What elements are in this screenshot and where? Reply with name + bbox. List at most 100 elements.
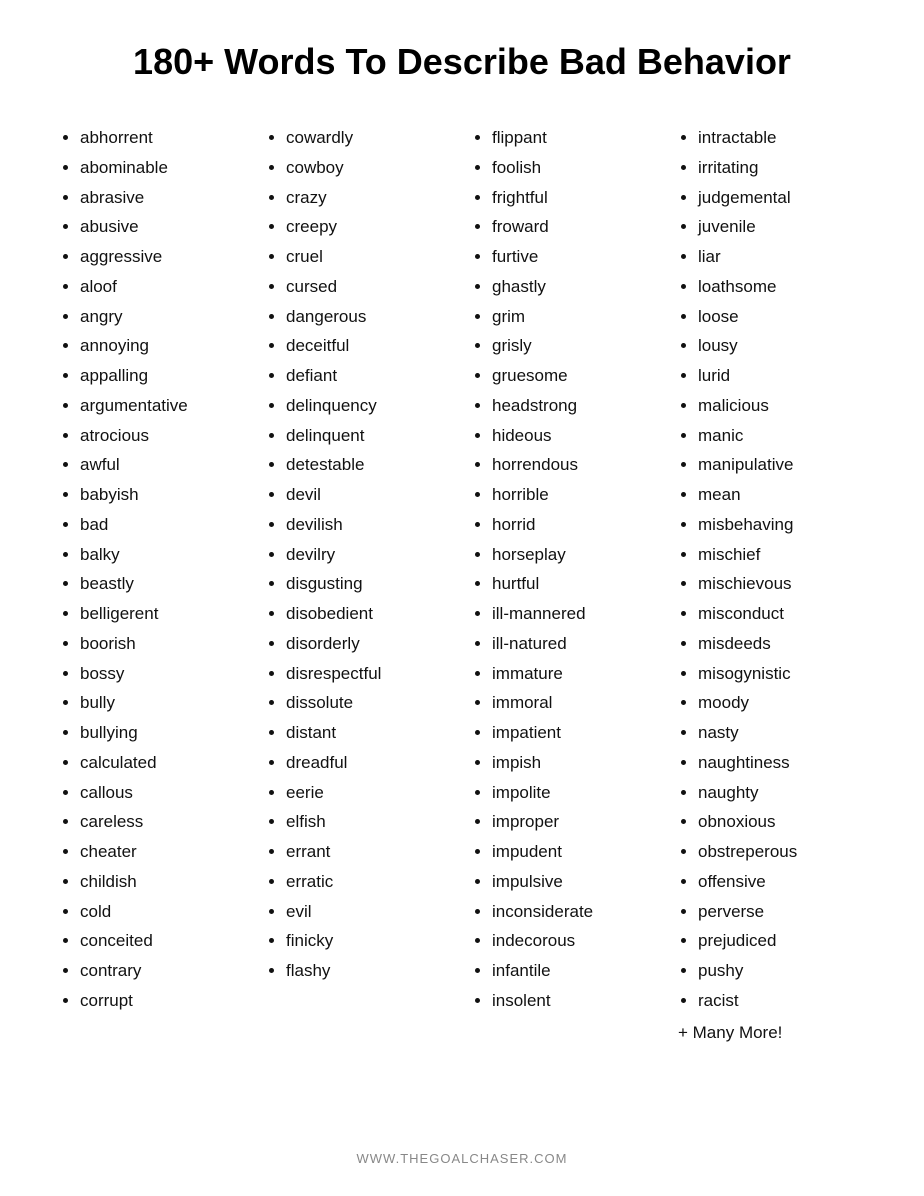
list-item: obstreperous bbox=[698, 837, 864, 867]
list-item: eerie bbox=[286, 778, 452, 808]
list-item: argumentative bbox=[80, 391, 246, 421]
list-item: bully bbox=[80, 688, 246, 718]
list-item: devilish bbox=[286, 510, 452, 540]
list-item: bad bbox=[80, 510, 246, 540]
list-item: impulsive bbox=[492, 867, 658, 897]
list-item: abhorrent bbox=[80, 123, 246, 153]
list-item: evil bbox=[286, 897, 452, 927]
list-item: ill-mannered bbox=[492, 599, 658, 629]
list-item: aloof bbox=[80, 272, 246, 302]
list-item: abrasive bbox=[80, 183, 246, 213]
list-item: finicky bbox=[286, 926, 452, 956]
list-item: delinquency bbox=[286, 391, 452, 421]
column-3: flippantfoolishfrightfulfrowardfurtivegh… bbox=[462, 123, 668, 1121]
list-item: headstrong bbox=[492, 391, 658, 421]
list-item: aggressive bbox=[80, 242, 246, 272]
list-item: careless bbox=[80, 807, 246, 837]
list-item: defiant bbox=[286, 361, 452, 391]
list-item: hurtful bbox=[492, 569, 658, 599]
list-item: annoying bbox=[80, 331, 246, 361]
list-item: disgusting bbox=[286, 569, 452, 599]
list-item: bullying bbox=[80, 718, 246, 748]
list-item: calculated bbox=[80, 748, 246, 778]
list-item: corrupt bbox=[80, 986, 246, 1016]
list-item: perverse bbox=[698, 897, 864, 927]
list-item: obnoxious bbox=[698, 807, 864, 837]
column-4: intractableirritatingjudgementaljuvenile… bbox=[668, 123, 874, 1121]
list-item: horrible bbox=[492, 480, 658, 510]
list-item: horseplay bbox=[492, 540, 658, 570]
list-item: cruel bbox=[286, 242, 452, 272]
list-item: childish bbox=[80, 867, 246, 897]
list-item: cheater bbox=[80, 837, 246, 867]
list-item: manipulative bbox=[698, 450, 864, 480]
page-title: 180+ Words To Describe Bad Behavior bbox=[133, 40, 791, 83]
list-item: devil bbox=[286, 480, 452, 510]
list-item: atrocious bbox=[80, 421, 246, 451]
list-item: indecorous bbox=[492, 926, 658, 956]
list-item: dissolute bbox=[286, 688, 452, 718]
list-item: abusive bbox=[80, 212, 246, 242]
list-item: intractable bbox=[698, 123, 864, 153]
list-item: foolish bbox=[492, 153, 658, 183]
list-item: misdeeds bbox=[698, 629, 864, 659]
list-item: impudent bbox=[492, 837, 658, 867]
list-item: horrendous bbox=[492, 450, 658, 480]
list-item: bossy bbox=[80, 659, 246, 689]
list-item: judgemental bbox=[698, 183, 864, 213]
list-item: cold bbox=[80, 897, 246, 927]
list-item: moody bbox=[698, 688, 864, 718]
footer-url: WWW.THEGOALCHASER.COM bbox=[357, 1151, 568, 1166]
list-item: detestable bbox=[286, 450, 452, 480]
list-item: creepy bbox=[286, 212, 452, 242]
list-item: babyish bbox=[80, 480, 246, 510]
word-columns: abhorrentabominableabrasiveabusiveaggres… bbox=[50, 123, 874, 1121]
list-item: improper bbox=[492, 807, 658, 837]
list-item: liar bbox=[698, 242, 864, 272]
list-item: loathsome bbox=[698, 272, 864, 302]
list-item: awful bbox=[80, 450, 246, 480]
list-item: lurid bbox=[698, 361, 864, 391]
list-item: frightful bbox=[492, 183, 658, 213]
list-item: juvenile bbox=[698, 212, 864, 242]
list-item: dangerous bbox=[286, 302, 452, 332]
list-item: ghastly bbox=[492, 272, 658, 302]
list-item: inconsiderate bbox=[492, 897, 658, 927]
list-item: devilry bbox=[286, 540, 452, 570]
list-item: conceited bbox=[80, 926, 246, 956]
list-item: dreadful bbox=[286, 748, 452, 778]
list-item: infantile bbox=[492, 956, 658, 986]
list-item: balky bbox=[80, 540, 246, 570]
list-item: offensive bbox=[698, 867, 864, 897]
list-item: misconduct bbox=[698, 599, 864, 629]
list-item: cowboy bbox=[286, 153, 452, 183]
list-item: prejudiced bbox=[698, 926, 864, 956]
list-item: grim bbox=[492, 302, 658, 332]
list-item: immoral bbox=[492, 688, 658, 718]
list-item: flashy bbox=[286, 956, 452, 986]
list-item: appalling bbox=[80, 361, 246, 391]
list-item: disobedient bbox=[286, 599, 452, 629]
list-item: immature bbox=[492, 659, 658, 689]
list-item: lousy bbox=[698, 331, 864, 361]
list-item: cursed bbox=[286, 272, 452, 302]
list-item: delinquent bbox=[286, 421, 452, 451]
list-item: malicious bbox=[698, 391, 864, 421]
list-item: furtive bbox=[492, 242, 658, 272]
list-item: manic bbox=[698, 421, 864, 451]
list-item: ill-natured bbox=[492, 629, 658, 659]
list-item: beastly bbox=[80, 569, 246, 599]
list-item: impolite bbox=[492, 778, 658, 808]
list-item: insolent bbox=[492, 986, 658, 1016]
list-item: flippant bbox=[492, 123, 658, 153]
list-item: loose bbox=[698, 302, 864, 332]
list-item: distant bbox=[286, 718, 452, 748]
list-item: mischief bbox=[698, 540, 864, 570]
column-1: abhorrentabominableabrasiveabusiveaggres… bbox=[50, 123, 256, 1121]
list-item: irritating bbox=[698, 153, 864, 183]
list-item: grisly bbox=[492, 331, 658, 361]
list-item: impish bbox=[492, 748, 658, 778]
list-item: errant bbox=[286, 837, 452, 867]
list-item: disorderly bbox=[286, 629, 452, 659]
list-item: crazy bbox=[286, 183, 452, 213]
